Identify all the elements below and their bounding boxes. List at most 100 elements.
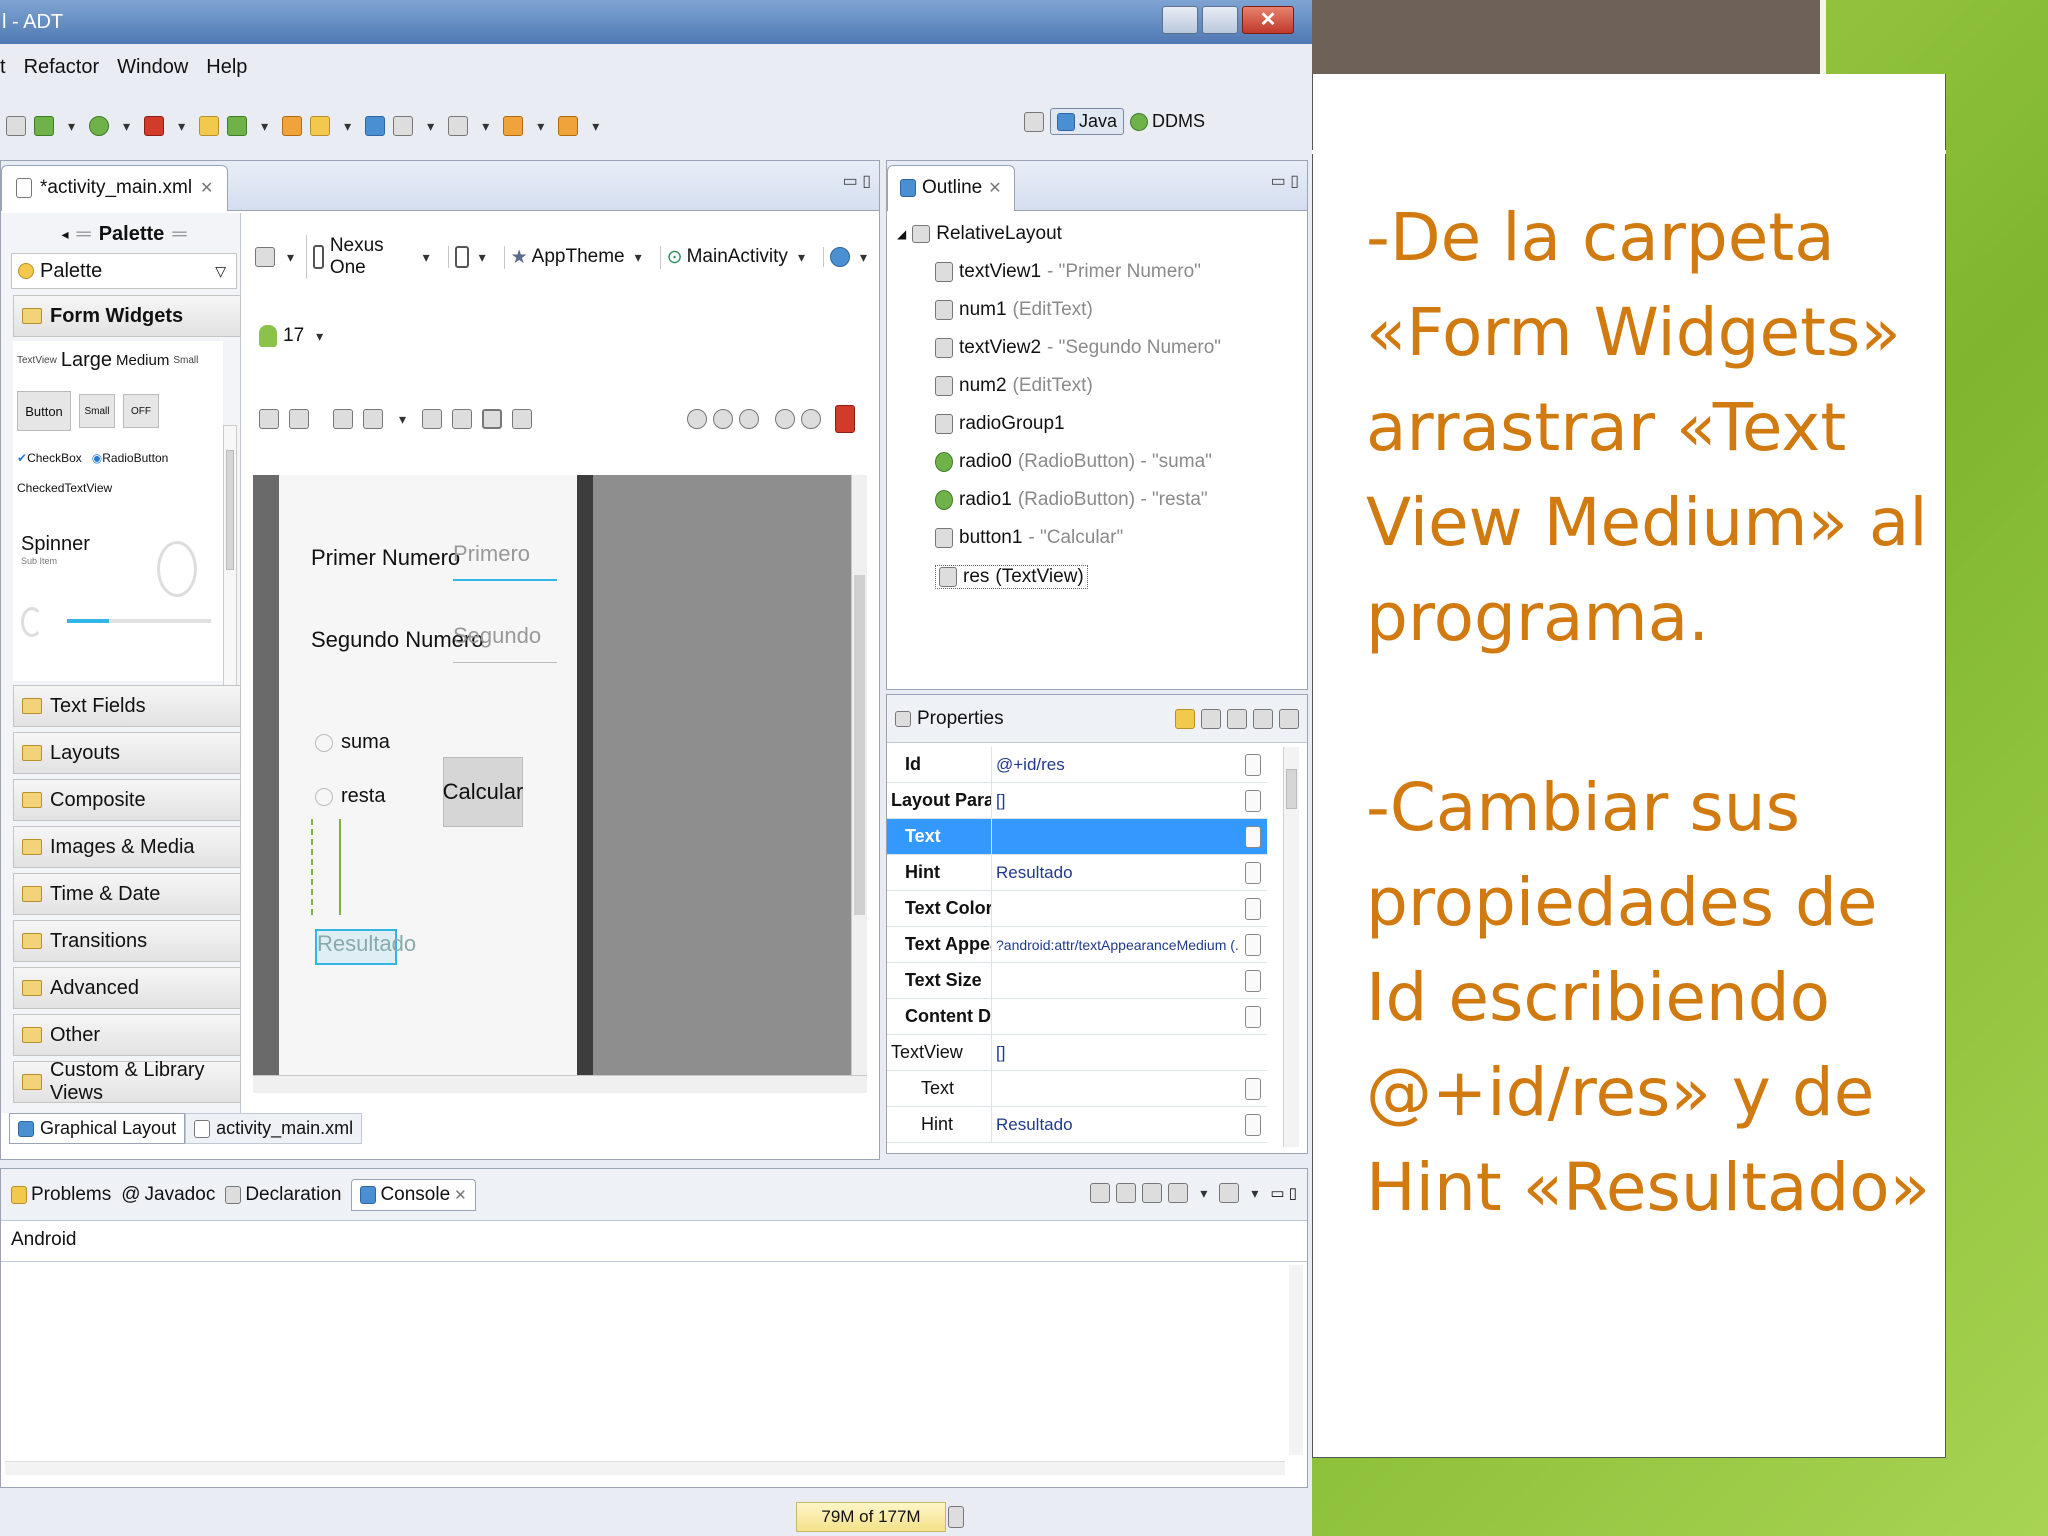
run-icon[interactable] bbox=[89, 116, 110, 136]
canvas-horizontal-scrollbar[interactable] bbox=[253, 1075, 867, 1093]
property-row-textview-hint[interactable]: Hint Resultado bbox=[887, 1107, 1267, 1143]
tab-declaration[interactable]: Declaration bbox=[225, 1184, 341, 1206]
close-button[interactable]: ✕ bbox=[1242, 6, 1294, 34]
search-icon[interactable] bbox=[310, 116, 331, 136]
clear-console-icon[interactable] bbox=[1090, 1183, 1111, 1203]
palette-section-layouts[interactable]: Layouts bbox=[13, 732, 241, 774]
close-tab-icon[interactable]: ✕ bbox=[454, 1186, 467, 1204]
console-horizontal-scrollbar[interactable] bbox=[5, 1461, 1285, 1475]
java-perspective-button[interactable]: Java bbox=[1050, 108, 1125, 135]
palette-scrollbar[interactable] bbox=[223, 425, 237, 725]
heap-status[interactable]: 79M of 177M bbox=[796, 1502, 946, 1532]
tab-activity-main-xml[interactable]: activity_main.xml bbox=[185, 1113, 363, 1144]
open-type-icon[interactable] bbox=[282, 116, 303, 136]
tab-javadoc[interactable]: @ Javadoc bbox=[121, 1184, 215, 1206]
widget-textview-large[interactable]: Large bbox=[61, 349, 112, 372]
widget-textview-tiny[interactable]: Small bbox=[173, 355, 198, 366]
property-value[interactable] bbox=[991, 963, 1239, 998]
edit-icon[interactable] bbox=[1245, 1005, 1261, 1028]
trash-gc-icon[interactable] bbox=[948, 1506, 964, 1528]
num1-edittext[interactable]: Primero bbox=[453, 541, 557, 581]
theme-selector[interactable]: ★ AppTheme ▾ bbox=[503, 245, 654, 269]
property-value[interactable] bbox=[991, 891, 1239, 926]
orientation-selector[interactable]: ▾ bbox=[447, 246, 498, 268]
radio-resta[interactable]: resta bbox=[315, 785, 385, 808]
match-width-icon[interactable] bbox=[259, 409, 279, 429]
outline-item[interactable]: textView2 - "Segundo Numero" bbox=[935, 337, 1221, 359]
outline-item[interactable]: num1 (EditText) bbox=[935, 299, 1093, 321]
minimize-maximize-icon[interactable]: ▭ ▯ bbox=[1270, 1184, 1297, 1202]
palette-dropdown[interactable]: Palette ▽ bbox=[11, 253, 237, 289]
widget-spinner[interactable]: Spinner Sub Item bbox=[21, 533, 90, 566]
outline-tab[interactable]: Outline ✕ bbox=[887, 164, 1015, 211]
minimize-maximize-icon[interactable]: ▭ ▯ bbox=[1271, 171, 1299, 191]
center-icon[interactable] bbox=[452, 409, 473, 429]
open-console-icon[interactable] bbox=[1219, 1183, 1240, 1203]
edit-icon[interactable] bbox=[1245, 933, 1261, 956]
zoom-emulate-icon[interactable] bbox=[687, 409, 707, 429]
widget-textview-medium[interactable]: Medium bbox=[116, 352, 169, 369]
palette-collapse-icon[interactable]: ◂ bbox=[62, 226, 69, 243]
property-row-text-size[interactable]: Text Size bbox=[887, 963, 1267, 999]
pin-console-icon[interactable] bbox=[1142, 1183, 1163, 1203]
close-tab-icon[interactable]: ✕ bbox=[988, 178, 1001, 198]
properties-scrollbar[interactable] bbox=[1283, 747, 1299, 1147]
save-icon[interactable] bbox=[6, 116, 26, 136]
outline-item[interactable]: button1 - "Calcular" bbox=[935, 527, 1123, 549]
property-value[interactable]: ?android:attr/textAppearanceMedium (... bbox=[991, 927, 1239, 962]
property-row-content-description[interactable]: Content De... bbox=[887, 999, 1267, 1035]
palette-section-time-date[interactable]: Time & Date bbox=[13, 873, 241, 915]
outline-item[interactable]: radio1 (RadioButton) - "resta" bbox=[935, 489, 1208, 511]
palette-section-other[interactable]: Other bbox=[13, 1014, 241, 1056]
palette-section-custom-library[interactable]: Custom & Library Views bbox=[13, 1059, 241, 1104]
widget-toggle-button[interactable]: OFF bbox=[123, 394, 159, 428]
ddms-perspective-button[interactable]: DDMS bbox=[1130, 111, 1205, 132]
property-row-textview-text[interactable]: Text bbox=[887, 1071, 1267, 1107]
next-annotation-icon[interactable] bbox=[393, 116, 414, 136]
align-icon[interactable] bbox=[482, 409, 503, 429]
edit-icon[interactable] bbox=[1245, 753, 1261, 776]
edit-icon[interactable] bbox=[1245, 1113, 1261, 1136]
palette-section-advanced[interactable]: Advanced bbox=[13, 967, 241, 1009]
menu-item-edit[interactable]: t bbox=[0, 56, 6, 79]
widget-checkedtextview[interactable]: CheckedTextView bbox=[17, 481, 112, 495]
calcular-button[interactable]: Calcular bbox=[443, 757, 523, 827]
error-icon[interactable] bbox=[835, 405, 855, 433]
menu-item-help[interactable]: Help bbox=[206, 56, 247, 79]
new-package-icon[interactable] bbox=[199, 116, 220, 136]
tab-problems[interactable]: Problems bbox=[11, 1184, 111, 1206]
property-value[interactable]: Resultado bbox=[991, 855, 1239, 890]
widget-progressbar-large[interactable] bbox=[157, 541, 197, 597]
outline-item[interactable]: textView1 - "Primer Numero" bbox=[935, 261, 1201, 283]
display-console-icon[interactable] bbox=[1168, 1183, 1189, 1203]
device-selector[interactable]: Nexus One ▾ bbox=[306, 235, 442, 279]
outline-root[interactable]: ◢ RelativeLayout bbox=[897, 223, 1062, 245]
edit-icon[interactable] bbox=[1245, 789, 1261, 812]
property-row-text-color[interactable]: Text Color bbox=[887, 891, 1267, 927]
prev-annotation-icon[interactable] bbox=[448, 116, 469, 136]
property-row-hint[interactable]: Hint Resultado bbox=[887, 855, 1267, 891]
gravity-icon[interactable] bbox=[512, 409, 533, 429]
widget-button[interactable]: Button bbox=[17, 391, 71, 431]
zoom-out-icon[interactable] bbox=[775, 409, 795, 429]
tab-graphical-layout[interactable]: Graphical Layout bbox=[9, 1113, 186, 1144]
canvas-vertical-scrollbar[interactable] bbox=[851, 475, 867, 1075]
res-textview[interactable]: Resultado bbox=[315, 929, 416, 965]
debug-icon[interactable] bbox=[34, 116, 54, 136]
property-value[interactable] bbox=[991, 999, 1239, 1034]
num2-edittext[interactable]: Segundo bbox=[453, 623, 557, 663]
property-row-layout-params[interactable]: Layout Para...[] bbox=[887, 783, 1267, 819]
outline-item[interactable]: radioGroup1 bbox=[935, 413, 1071, 435]
external-tools-icon[interactable] bbox=[144, 116, 165, 136]
widget-textview-small[interactable]: TextView bbox=[17, 355, 57, 366]
device-screen[interactable]: Primer Numero Primero Segundo Numero Seg… bbox=[253, 475, 593, 1075]
edit-icon[interactable] bbox=[1245, 825, 1261, 848]
margins-icon[interactable] bbox=[363, 409, 383, 429]
console-output[interactable] bbox=[1, 1261, 1307, 1487]
label-primer-numero[interactable]: Primer Numero bbox=[311, 545, 460, 571]
property-row-text-selected[interactable]: Text bbox=[887, 819, 1267, 855]
edit-icon[interactable] bbox=[1245, 897, 1261, 920]
show-categories-icon[interactable] bbox=[1227, 708, 1247, 729]
widget-small-button[interactable]: Small bbox=[79, 394, 115, 428]
locale-selector[interactable]: ▾ bbox=[822, 247, 879, 267]
